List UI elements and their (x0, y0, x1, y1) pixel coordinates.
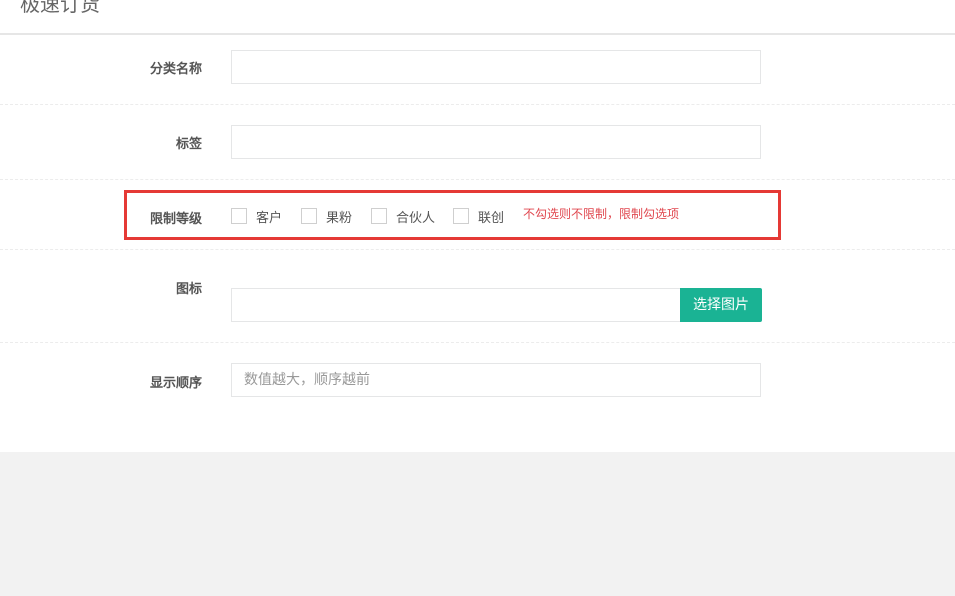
form-panel: 极速订货 分类名称 标签 限制等级 客户 果粉 合伙人 联创 不勾选则不限制，限… (0, 0, 955, 452)
restrict-option-customer[interactable]: 客户 (231, 207, 283, 226)
restrict-level-hint: 不勾选则不限制，限制勾选项 (523, 207, 680, 221)
restrict-option-label: 联创 (478, 210, 505, 226)
tags-input[interactable] (231, 125, 761, 159)
restrict-option-cofounder[interactable]: 联创 (453, 207, 505, 226)
restrict-option-partner[interactable]: 合伙人 (371, 207, 436, 226)
page-header: 极速订货 (0, 0, 955, 35)
tags-label: 标签 (175, 137, 202, 152)
restrict-option-fan[interactable]: 果粉 (301, 207, 353, 226)
restrict-option-label: 客户 (256, 210, 283, 226)
restrict-option-label: 果粉 (326, 210, 353, 226)
checkbox[interactable] (371, 208, 387, 224)
restrict-level-label: 限制等级 (149, 212, 202, 227)
checkbox[interactable] (453, 208, 469, 224)
restrict-option-label: 合伙人 (396, 210, 436, 226)
icon-label: 图标 (175, 282, 202, 297)
display-order-label: 显示顺序 (149, 376, 202, 391)
category-name-input[interactable] (231, 50, 761, 84)
checkbox[interactable] (231, 208, 247, 224)
select-image-button[interactable]: 选择图片 (680, 288, 762, 322)
category-name-label: 分类名称 (149, 62, 202, 77)
icon-path-input[interactable] (231, 288, 681, 322)
display-order-input[interactable] (231, 363, 761, 397)
page-title: 极速订货 (20, 0, 100, 16)
checkbox[interactable] (301, 208, 317, 224)
